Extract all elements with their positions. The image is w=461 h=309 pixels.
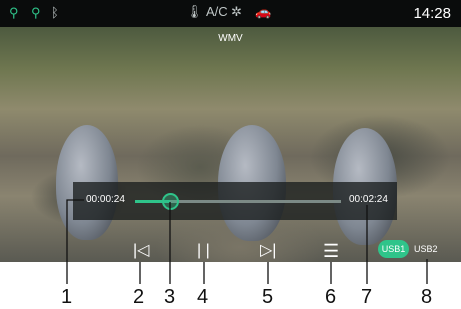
callout-4: 4 (197, 286, 209, 308)
callout-lines (66, 199, 428, 284)
callout-8: 8 (421, 286, 433, 308)
callout-1: 1 (61, 286, 73, 308)
callout-3: 3 (164, 286, 176, 308)
callout-6: 6 (325, 286, 337, 308)
callout-2: 2 (133, 286, 145, 308)
callout-5: 5 (262, 286, 274, 308)
callout-7: 7 (361, 286, 373, 308)
